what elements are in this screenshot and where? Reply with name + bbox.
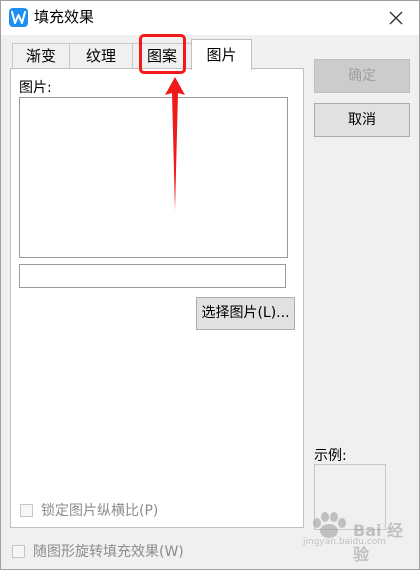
close-button[interactable]: [385, 7, 407, 29]
picture-path-field[interactable]: [19, 264, 286, 288]
ok-button[interactable]: 确定: [314, 59, 410, 93]
rotate-with-shape-checkbox[interactable]: [12, 544, 25, 558]
close-icon: [389, 11, 403, 25]
lock-aspect-row: 锁定图片纵横比(P): [20, 500, 158, 520]
annotation-arrow-icon: [165, 77, 185, 211]
baidu-jingyan-watermark: Bai 经验 jingyan.baidu.com: [301, 507, 413, 564]
rotate-with-shape-label: 随图形旋转填充效果(W): [33, 544, 184, 560]
wps-writer-icon: [9, 8, 28, 27]
title-bar: 填充效果: [1, 1, 419, 35]
cancel-button[interactable]: 取消: [314, 103, 410, 137]
watermark-url-text: jingyan.baidu.com: [303, 537, 387, 547]
fill-effects-dialog: 填充效果 渐变 纹理 图案 图片 图片: 选择图片(L)... 锁定图片纵横比(…: [0, 0, 420, 570]
rotate-with-shape-row: 随图形旋转填充效果(W): [12, 541, 184, 561]
select-picture-button[interactable]: 选择图片(L)...: [196, 297, 295, 330]
picture-preview-box: [19, 97, 288, 258]
window-title: 填充效果: [34, 8, 95, 26]
annotation-highlight-box: [139, 34, 186, 74]
tab-texture[interactable]: 纹理: [69, 43, 133, 69]
sample-label: 示例:: [314, 448, 347, 464]
lock-aspect-checkbox[interactable]: [20, 503, 33, 517]
tab-picture[interactable]: 图片: [191, 39, 252, 70]
lock-aspect-label: 锁定图片纵横比(P): [41, 503, 159, 519]
tab-gradient[interactable]: 渐变: [12, 43, 70, 69]
picture-label: 图片:: [19, 80, 52, 96]
